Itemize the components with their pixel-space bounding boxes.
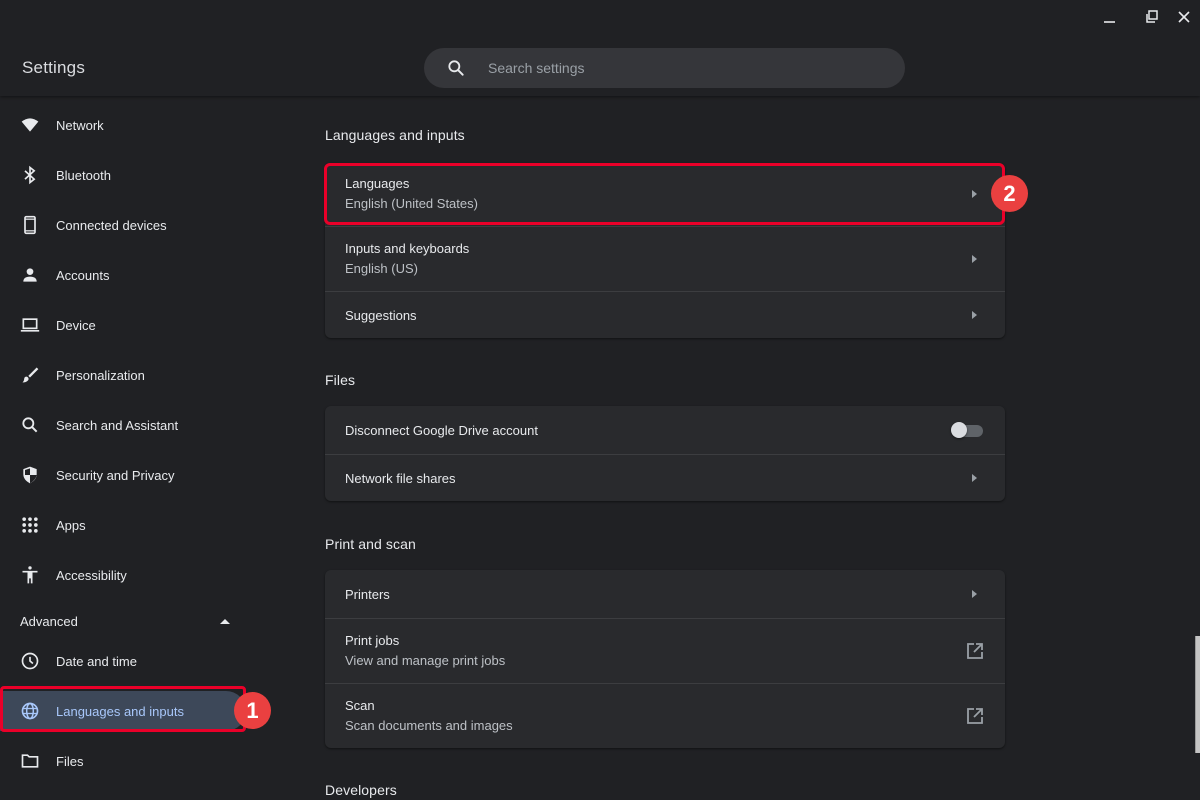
phone-icon	[20, 215, 40, 235]
advanced-label: Advanced	[20, 614, 78, 629]
wifi-icon	[20, 115, 40, 135]
row-disconnect-google-drive[interactable]: Disconnect Google Drive account	[325, 406, 1005, 454]
row-label: Print jobs	[345, 633, 400, 648]
sidebar-item-search-and-assistant[interactable]: Search and Assistant	[0, 405, 246, 445]
arrow-right-icon	[972, 590, 977, 598]
annotation-badge-1: 1	[234, 692, 271, 729]
close-icon	[1178, 11, 1190, 23]
top-bar: Settings	[0, 0, 1200, 96]
annotation-highlight-2	[324, 163, 1005, 225]
row-label: Network file shares	[345, 471, 456, 486]
row-inputs-and-keyboards[interactable]: Inputs and keyboards English (US)	[325, 226, 1005, 291]
sidebar-item-label: Apps	[56, 517, 86, 533]
sidebar-item-security-and-privacy[interactable]: Security and Privacy	[0, 455, 246, 495]
row-sublabel: English (US)	[345, 261, 418, 276]
caret-up-icon	[220, 619, 230, 624]
folder-icon	[20, 751, 40, 771]
annotation-badge-2: 2	[991, 175, 1028, 212]
bluetooth-icon	[20, 165, 40, 185]
search-input[interactable]	[488, 48, 888, 88]
sidebar-item-apps[interactable]: Apps	[0, 505, 246, 545]
restore-button[interactable]	[1142, 8, 1162, 26]
row-suggestions[interactable]: Suggestions	[325, 291, 1005, 338]
arrow-right-icon	[972, 311, 977, 319]
row-label: Suggestions	[345, 308, 417, 323]
accessibility-icon	[20, 565, 40, 585]
row-label: Inputs and keyboards	[345, 241, 470, 256]
google-drive-toggle[interactable]	[951, 422, 983, 438]
sidebar-item-label: Personalization	[56, 367, 145, 383]
shield-icon	[20, 465, 40, 485]
row-printers[interactable]: Printers	[325, 570, 1005, 618]
arrow-right-icon	[972, 474, 977, 482]
sidebar-item-date-and-time[interactable]: Date and time	[0, 641, 246, 681]
row-sublabel: View and manage print jobs	[345, 653, 506, 668]
annotation-highlight-1	[0, 686, 246, 732]
search-box[interactable]	[424, 48, 905, 88]
row-label: Disconnect Google Drive account	[345, 423, 538, 438]
apps-grid-icon	[20, 515, 40, 535]
sidebar-item-label: Security and Privacy	[56, 467, 175, 483]
row-label: Scan	[345, 698, 375, 713]
sidebar-item-bluetooth[interactable]: Bluetooth	[0, 155, 246, 195]
minimize-icon	[1104, 21, 1115, 23]
section-title-languages-and-inputs: Languages and inputs	[325, 127, 465, 143]
external-link-icon[interactable]	[966, 707, 984, 725]
sidebar-item-label: Files	[56, 753, 84, 769]
advanced-section-toggle[interactable]: Advanced	[20, 614, 240, 632]
sidebar-item-connected-devices[interactable]: Connected devices	[0, 205, 246, 245]
search-icon	[20, 415, 40, 435]
print-and-scan-card: Printers Print jobs View and manage prin…	[325, 570, 1005, 748]
sidebar-item-label: Connected devices	[56, 217, 167, 233]
arrow-right-icon	[972, 255, 977, 263]
restore-icon	[1146, 10, 1158, 23]
sidebar-item-label: Date and time	[56, 653, 137, 669]
sidebar-item-files[interactable]: Files	[0, 741, 246, 781]
section-title-files: Files	[325, 372, 356, 388]
section-title-developers: Developers	[325, 782, 397, 798]
sidebar-item-accessibility[interactable]: Accessibility	[0, 555, 246, 595]
external-link-icon[interactable]	[966, 642, 984, 660]
section-title-print-and-scan: Print and scan	[325, 536, 416, 552]
search-icon	[448, 60, 464, 76]
row-scan[interactable]: Scan Scan documents and images	[325, 683, 1005, 748]
person-icon	[20, 265, 40, 285]
clock-icon	[20, 651, 40, 671]
files-card: Disconnect Google Drive account Network …	[325, 406, 1005, 501]
scrollbar-thumb[interactable]	[1195, 636, 1200, 753]
close-button[interactable]	[1174, 8, 1194, 26]
laptop-icon	[20, 315, 40, 335]
sidebar-item-label: Network	[56, 117, 104, 133]
row-sublabel: Scan documents and images	[345, 718, 513, 733]
sidebar-item-label: Bluetooth	[56, 167, 111, 183]
minimize-button[interactable]	[1100, 8, 1120, 26]
sidebar-item-label: Search and Assistant	[56, 417, 179, 433]
sidebar-item-network[interactable]: Network	[0, 105, 246, 145]
sidebar-item-device[interactable]: Device	[0, 305, 246, 345]
brush-icon	[20, 365, 40, 385]
sidebar-item-label: Device	[56, 317, 96, 333]
row-network-file-shares[interactable]: Network file shares	[325, 454, 1005, 501]
row-print-jobs[interactable]: Print jobs View and manage print jobs	[325, 618, 1005, 683]
sidebar-item-accounts[interactable]: Accounts	[0, 255, 246, 295]
sidebar-item-personalization[interactable]: Personalization	[0, 355, 246, 395]
toggle-knob	[951, 422, 967, 438]
app-title: Settings	[22, 58, 86, 77]
sidebar-item-label: Accounts	[56, 267, 110, 283]
row-label: Printers	[345, 587, 390, 602]
sidebar-item-label: Accessibility	[56, 567, 127, 583]
